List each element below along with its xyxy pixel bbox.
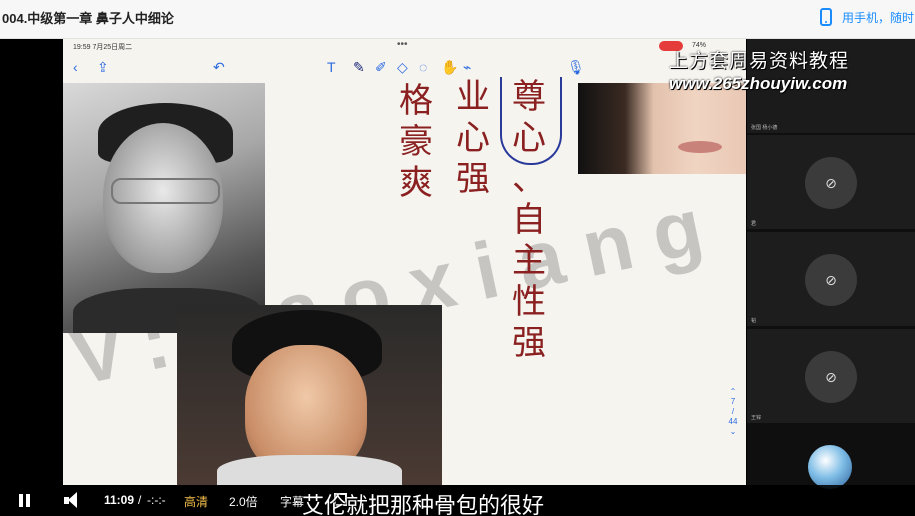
participant-name: 张国 杨小德 [751,125,778,131]
mic-icon[interactable]: 🎙 [567,59,585,76]
participant-name: 韬 [751,318,757,324]
undo-icon[interactable]: ↶ [213,59,225,76]
portrait-photo-woman [578,83,746,174]
pause-icon[interactable] [19,494,31,507]
eraser-icon[interactable]: ◇ [397,59,408,76]
phone-icon [820,8,832,26]
shape-icon[interactable]: ⌁ [463,59,471,76]
notes-toolbar: ‹ ⇪ ↶ T ✎ ✐ ◇ ◌ ✋ ⌁ 🎙 [63,53,746,83]
phone-view-link[interactable]: 用手机，随时 [820,6,914,28]
participant-tile[interactable]: ⊘ 王锌 [747,329,915,423]
back-icon[interactable]: ‹ [73,59,78,75]
participant-tile[interactable]: ⊘ 君 [747,135,915,229]
ink-annotation [500,77,562,165]
ipad-status-time: 19:59 7月25日周二 [73,44,133,51]
page-indicator[interactable]: ⌃ 7 / 44 ⌄ [724,387,742,437]
participant-sidebar: 张国 杨小德 ⊘ 君 ⊘ 韬 ⊘ 王锌 [747,39,915,489]
phone-link-label: 用手机，随时 [842,10,915,25]
page-current: 7 [730,397,736,406]
video-subtitle: 艾伦就把那种骨包的很好 [302,493,545,516]
top-bar: 004.中级第一章 鼻子人中细论 用手机，随时 [0,0,915,39]
share-icon[interactable]: ⇪ [97,59,109,76]
site-url-overlay: www.265zhouyiw.com [669,74,848,93]
camera-off-icon: ⊘ [805,157,857,209]
participant-name: 王锌 [751,415,762,421]
video-player[interactable]: 19:59 7月25日周二 ••• 74% ‹ ⇪ ↶ T ✎ ✐ ◇ ◌ ✋ … [0,39,915,516]
time-separator: / [138,493,142,507]
lasso-icon[interactable]: ◌ [419,59,427,75]
camera-off-icon: ⊘ [805,254,857,306]
speed-button[interactable]: 2.0倍 [229,493,258,510]
time-current: 11:09 [104,493,135,507]
slide-canvas: 19:59 7月25日周二 ••• 74% ‹ ⇪ ↶ T ✎ ✐ ◇ ◌ ✋ … [63,39,746,485]
camera-off-icon: ⊘ [805,351,857,403]
course-title: 004.中级第一章 鼻子人中细论 [2,11,174,26]
page-total: 44 [728,417,738,426]
avatar [808,445,852,489]
text-tool-icon[interactable]: T [327,59,336,75]
ipad-dots: ••• [397,39,408,50]
highlighter-icon[interactable]: ✐ [375,59,387,76]
time-total: -:-:- [147,493,166,507]
participant-tile[interactable]: ⊘ 韬 [747,232,915,326]
page-up-icon[interactable]: ⌃ [724,387,742,397]
portrait-photo-jackie [177,305,442,485]
quality-button[interactable]: 高清 [184,493,208,510]
participant-name: 君 [751,221,757,227]
portrait-photo-man [63,83,265,333]
subtitle-button[interactable]: 字幕 [280,493,304,510]
volume-icon[interactable] [64,492,84,509]
hand-icon[interactable]: ✋ [441,59,458,76]
pen-tool-icon[interactable]: ✎ [353,59,365,76]
calligraphy-column-2: 业心强 [456,77,490,199]
calligraphy-column-1: 格豪爽 [399,81,433,203]
page-down-icon[interactable]: ⌄ [724,427,742,437]
site-name-overlay: 上方套周易资料教程 [669,51,850,72]
